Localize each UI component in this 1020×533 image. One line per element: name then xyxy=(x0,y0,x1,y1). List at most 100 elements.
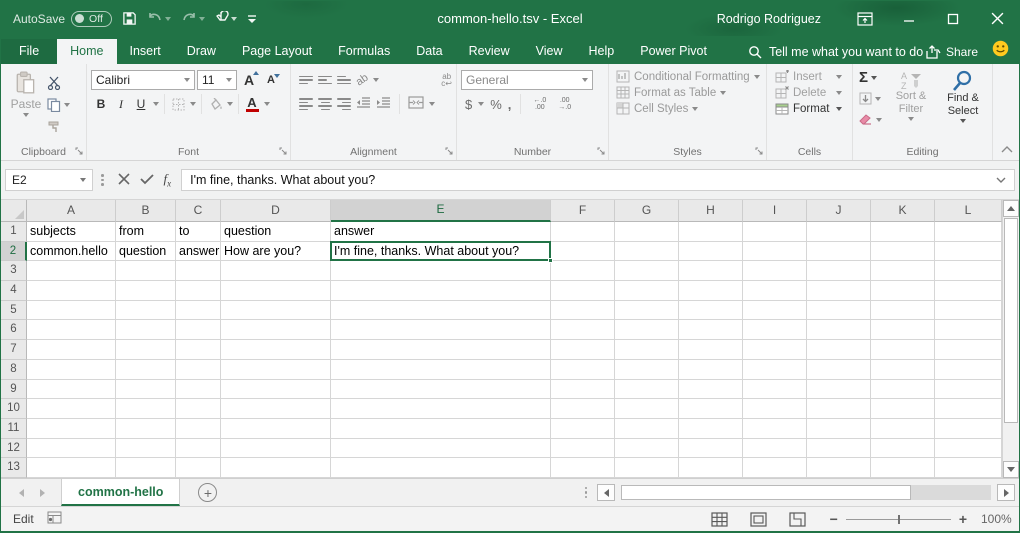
cell-I13[interactable] xyxy=(743,458,807,478)
ribbon-tab-page-layout[interactable]: Page Layout xyxy=(229,39,325,64)
cell-A7[interactable] xyxy=(27,340,116,360)
cell-L6[interactable] xyxy=(935,320,1002,340)
cell-C10[interactable] xyxy=(176,399,221,419)
cell-A10[interactable] xyxy=(27,399,116,419)
feedback-smiley-icon[interactable] xyxy=(992,40,1009,60)
cancel-icon[interactable] xyxy=(118,173,130,188)
delete-cells-button[interactable]: Delete xyxy=(771,86,848,99)
cell-K6[interactable] xyxy=(871,320,935,340)
align-left-icon[interactable] xyxy=(299,98,313,110)
cell-K4[interactable] xyxy=(871,281,935,301)
cell-B4[interactable] xyxy=(116,281,176,301)
row-header-9[interactable]: 9 xyxy=(1,380,27,400)
cell-G4[interactable] xyxy=(615,281,679,301)
fill-handle[interactable] xyxy=(548,258,553,263)
column-header-K[interactable]: K xyxy=(871,200,935,222)
cell-E4[interactable] xyxy=(331,281,551,301)
cell-F11[interactable] xyxy=(551,419,615,439)
row-header-8[interactable]: 8 xyxy=(1,360,27,380)
styles-dialog-launcher-icon[interactable] xyxy=(755,144,763,158)
cell-H7[interactable] xyxy=(679,340,743,360)
ribbon-tab-file[interactable]: File xyxy=(1,39,57,64)
copy-button[interactable] xyxy=(47,96,70,114)
cell-E13[interactable] xyxy=(331,458,551,478)
cell-I11[interactable] xyxy=(743,419,807,439)
cell-H4[interactable] xyxy=(679,281,743,301)
cell-C3[interactable] xyxy=(176,261,221,281)
save-icon[interactable] xyxy=(122,11,137,26)
wrap-text-button[interactable]: abc↩ xyxy=(441,73,452,87)
cell-I4[interactable] xyxy=(743,281,807,301)
increase-font-size-button[interactable]: A xyxy=(239,69,259,91)
cell-J8[interactable] xyxy=(807,360,871,380)
cell-H10[interactable] xyxy=(679,399,743,419)
row-header-3[interactable]: 3 xyxy=(1,261,27,281)
format-painter-button[interactable] xyxy=(47,118,70,136)
cell-I10[interactable] xyxy=(743,399,807,419)
clipboard-dialog-launcher-icon[interactable] xyxy=(75,144,83,158)
font-color-button[interactable]: A xyxy=(242,93,262,115)
cell-F5[interactable] xyxy=(551,301,615,321)
new-sheet-button[interactable]: + xyxy=(198,483,217,502)
cell-C13[interactable] xyxy=(176,458,221,478)
page-break-preview-icon[interactable] xyxy=(789,512,806,527)
cell-I2[interactable] xyxy=(743,242,807,262)
cell-H11[interactable] xyxy=(679,419,743,439)
scroll-down-icon[interactable] xyxy=(1003,461,1019,478)
vertical-scroll-thumb[interactable] xyxy=(1004,218,1018,423)
cell-A3[interactable] xyxy=(27,261,116,281)
underline-button[interactable]: U xyxy=(131,93,151,115)
decrease-indent-icon[interactable] xyxy=(356,97,371,112)
cell-H5[interactable] xyxy=(679,301,743,321)
cell-D8[interactable] xyxy=(221,360,331,380)
customize-qat-icon[interactable] xyxy=(247,13,257,25)
cell-J1[interactable] xyxy=(807,222,871,242)
number-format-combo[interactable]: General xyxy=(461,70,593,90)
cell-A5[interactable] xyxy=(27,301,116,321)
cell-G9[interactable] xyxy=(615,380,679,400)
column-header-L[interactable]: L xyxy=(935,200,1002,222)
page-layout-view-icon[interactable] xyxy=(750,512,767,527)
row-header-11[interactable]: 11 xyxy=(1,419,27,439)
cell-A1[interactable]: subjects xyxy=(27,222,116,242)
cell-B3[interactable] xyxy=(116,261,176,281)
cell-A9[interactable] xyxy=(27,380,116,400)
cell-J13[interactable] xyxy=(807,458,871,478)
cell-I5[interactable] xyxy=(743,301,807,321)
redo-icon[interactable] xyxy=(181,12,205,26)
vertical-scrollbar[interactable] xyxy=(1002,200,1019,478)
cell-D11[interactable] xyxy=(221,419,331,439)
ribbon-display-options-icon[interactable] xyxy=(843,1,887,36)
ribbon-tab-formulas[interactable]: Formulas xyxy=(325,39,403,64)
ribbon-tab-view[interactable]: View xyxy=(523,39,576,64)
cell-J9[interactable] xyxy=(807,380,871,400)
cell-H9[interactable] xyxy=(679,380,743,400)
cell-F2[interactable] xyxy=(551,242,615,262)
column-header-E[interactable]: E xyxy=(331,200,551,222)
cell-D12[interactable] xyxy=(221,439,331,459)
cell-E5[interactable] xyxy=(331,301,551,321)
cell-F13[interactable] xyxy=(551,458,615,478)
cell-H12[interactable] xyxy=(679,439,743,459)
cell-L7[interactable] xyxy=(935,340,1002,360)
cell-H3[interactable] xyxy=(679,261,743,281)
cell-D5[interactable] xyxy=(221,301,331,321)
name-box[interactable]: E2 xyxy=(5,169,93,191)
cell-G12[interactable] xyxy=(615,439,679,459)
close-button[interactable] xyxy=(975,1,1019,36)
cell-G11[interactable] xyxy=(615,419,679,439)
merge-center-button[interactable] xyxy=(408,96,424,112)
cell-H6[interactable] xyxy=(679,320,743,340)
horizontal-scrollbar[interactable] xyxy=(621,484,991,501)
cell-L13[interactable] xyxy=(935,458,1002,478)
cell-G10[interactable] xyxy=(615,399,679,419)
decrease-font-size-button[interactable]: A xyxy=(261,69,281,91)
cell-I8[interactable] xyxy=(743,360,807,380)
autosave-toggle[interactable]: AutoSave Off xyxy=(13,11,112,27)
cell-J6[interactable] xyxy=(807,320,871,340)
cell-J11[interactable] xyxy=(807,419,871,439)
cell-G6[interactable] xyxy=(615,320,679,340)
formula-input[interactable]: I'm fine, thanks. What about you? xyxy=(181,169,1015,191)
cell-K13[interactable] xyxy=(871,458,935,478)
align-center-icon[interactable] xyxy=(318,98,332,110)
